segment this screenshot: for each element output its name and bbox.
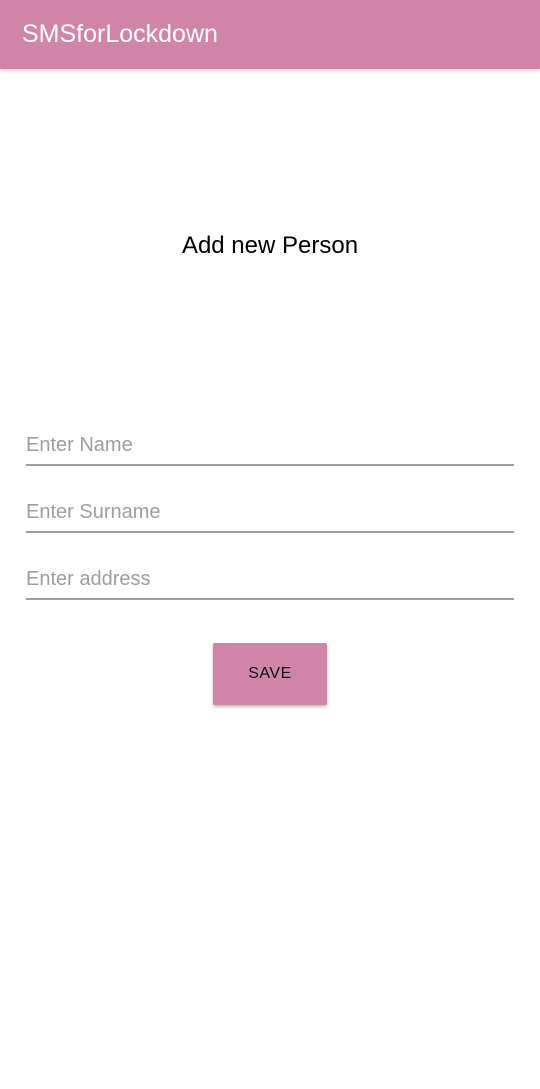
save-button[interactable]: SAVE [213, 643, 327, 705]
address-input[interactable] [26, 560, 514, 600]
page-title: Add new Person [181, 232, 359, 259]
add-person-screen: Add new Person SAVE [0, 69, 540, 1089]
surname-input[interactable] [26, 493, 514, 533]
name-input[interactable] [26, 426, 514, 466]
app-bar: SMSforLockdown [0, 0, 540, 69]
app-title: SMSforLockdown [22, 20, 218, 48]
